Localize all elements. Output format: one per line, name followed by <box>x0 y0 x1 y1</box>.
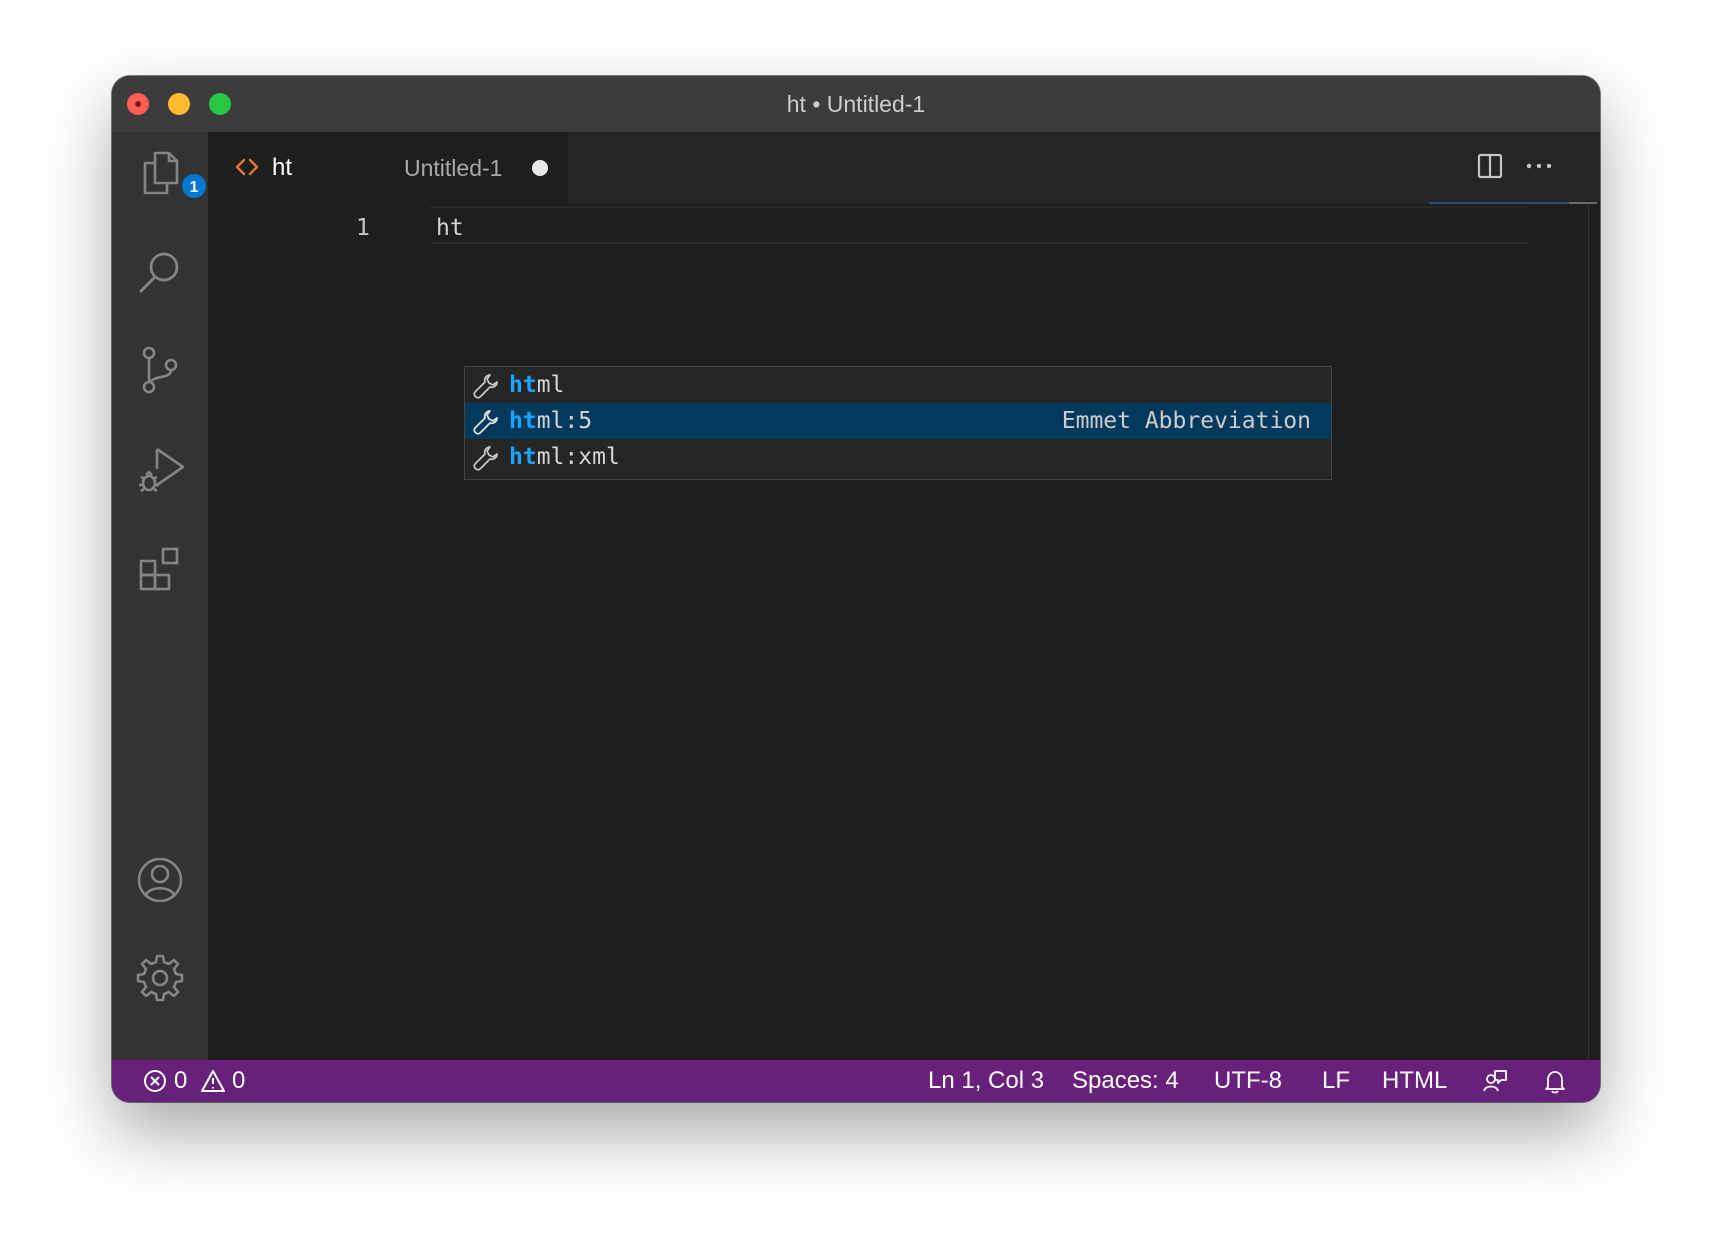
vscode-window: ht • Untitled-1 1 ht Untitled-1 1 ht htm… <box>112 76 1600 1102</box>
unsaved-dot-icon[interactable] <box>532 160 548 176</box>
wrench-icon <box>473 446 498 471</box>
activity-search[interactable] <box>132 244 188 300</box>
split-editor-icon[interactable] <box>1475 151 1505 181</box>
error-count[interactable]: 0 <box>174 1060 187 1102</box>
activity-explorer[interactable]: 1 <box>132 144 208 200</box>
wrench-icon <box>473 374 498 399</box>
activity-bar: 1 <box>112 132 208 1060</box>
suggestion-label: html:5 <box>509 408 593 434</box>
warning-count[interactable]: 0 <box>232 1060 245 1102</box>
code-line[interactable]: ht <box>436 210 464 246</box>
language-mode[interactable]: HTML <box>1382 1060 1447 1102</box>
status-bar: 0 0 Ln 1, Col 3 Spaces: 4 UTF-8 LF HTML <box>112 1060 1600 1102</box>
suggestion-item-selected[interactable]: html:5 Emmet Abbreviation <box>465 403 1331 439</box>
indentation-setting[interactable]: Spaces: 4 <box>1072 1060 1179 1102</box>
activity-source-control[interactable] <box>132 342 188 398</box>
wrench-icon <box>473 410 498 435</box>
suggestion-item[interactable]: html:xml <box>465 439 1331 475</box>
notifications-bell-icon[interactable] <box>1542 1068 1568 1094</box>
window-title: ht • Untitled-1 <box>786 91 926 117</box>
line-number: 1 <box>356 215 370 241</box>
activity-run-debug[interactable] <box>132 442 188 498</box>
current-line-highlight <box>430 206 1528 244</box>
suggestion-label: html:xml <box>509 444 620 470</box>
account-icon <box>137 857 183 903</box>
suggestion-item[interactable]: html <box>465 367 1331 403</box>
vertical-scrollbar[interactable] <box>1588 204 1589 1060</box>
feedback-icon[interactable] <box>1482 1068 1508 1094</box>
activity-accounts[interactable] <box>132 852 188 908</box>
gear-icon <box>136 954 184 1002</box>
suggestion-detail: Emmet Abbreviation <box>1061 408 1311 434</box>
editor-area[interactable]: 1 ht html html:5 Emmet Abbreviation html… <box>208 204 1600 1060</box>
editor-tab-bar: ht Untitled-1 <box>208 132 1600 204</box>
warning-icon[interactable] <box>200 1068 226 1094</box>
tab-file-name: ht <box>272 154 293 181</box>
suggestion-label: html <box>509 372 565 398</box>
activity-extensions[interactable] <box>132 542 188 598</box>
cursor-position[interactable]: Ln 1, Col 3 <box>928 1060 1044 1102</box>
explorer-badge: 1 <box>180 172 208 200</box>
search-icon <box>139 252 179 293</box>
extensions-icon <box>139 547 179 591</box>
activity-manage[interactable] <box>132 950 188 1006</box>
eol-setting[interactable]: LF <box>1322 1060 1350 1102</box>
suggest-widget: html html:5 Emmet Abbreviation html:xml <box>464 366 1332 480</box>
error-icon[interactable] <box>142 1068 168 1094</box>
tab-untitled-1[interactable]: ht Untitled-1 <box>208 132 568 204</box>
tab-file-description: Untitled-1 <box>404 155 503 181</box>
run-debug-icon <box>139 447 185 493</box>
title-bar: ht • Untitled-1 <box>112 76 1600 132</box>
source-control-icon <box>142 346 178 394</box>
files-icon <box>143 151 179 195</box>
encoding-setting[interactable]: UTF-8 <box>1214 1060 1282 1102</box>
html-file-icon <box>235 158 259 176</box>
more-actions-icon[interactable] <box>1524 151 1554 181</box>
